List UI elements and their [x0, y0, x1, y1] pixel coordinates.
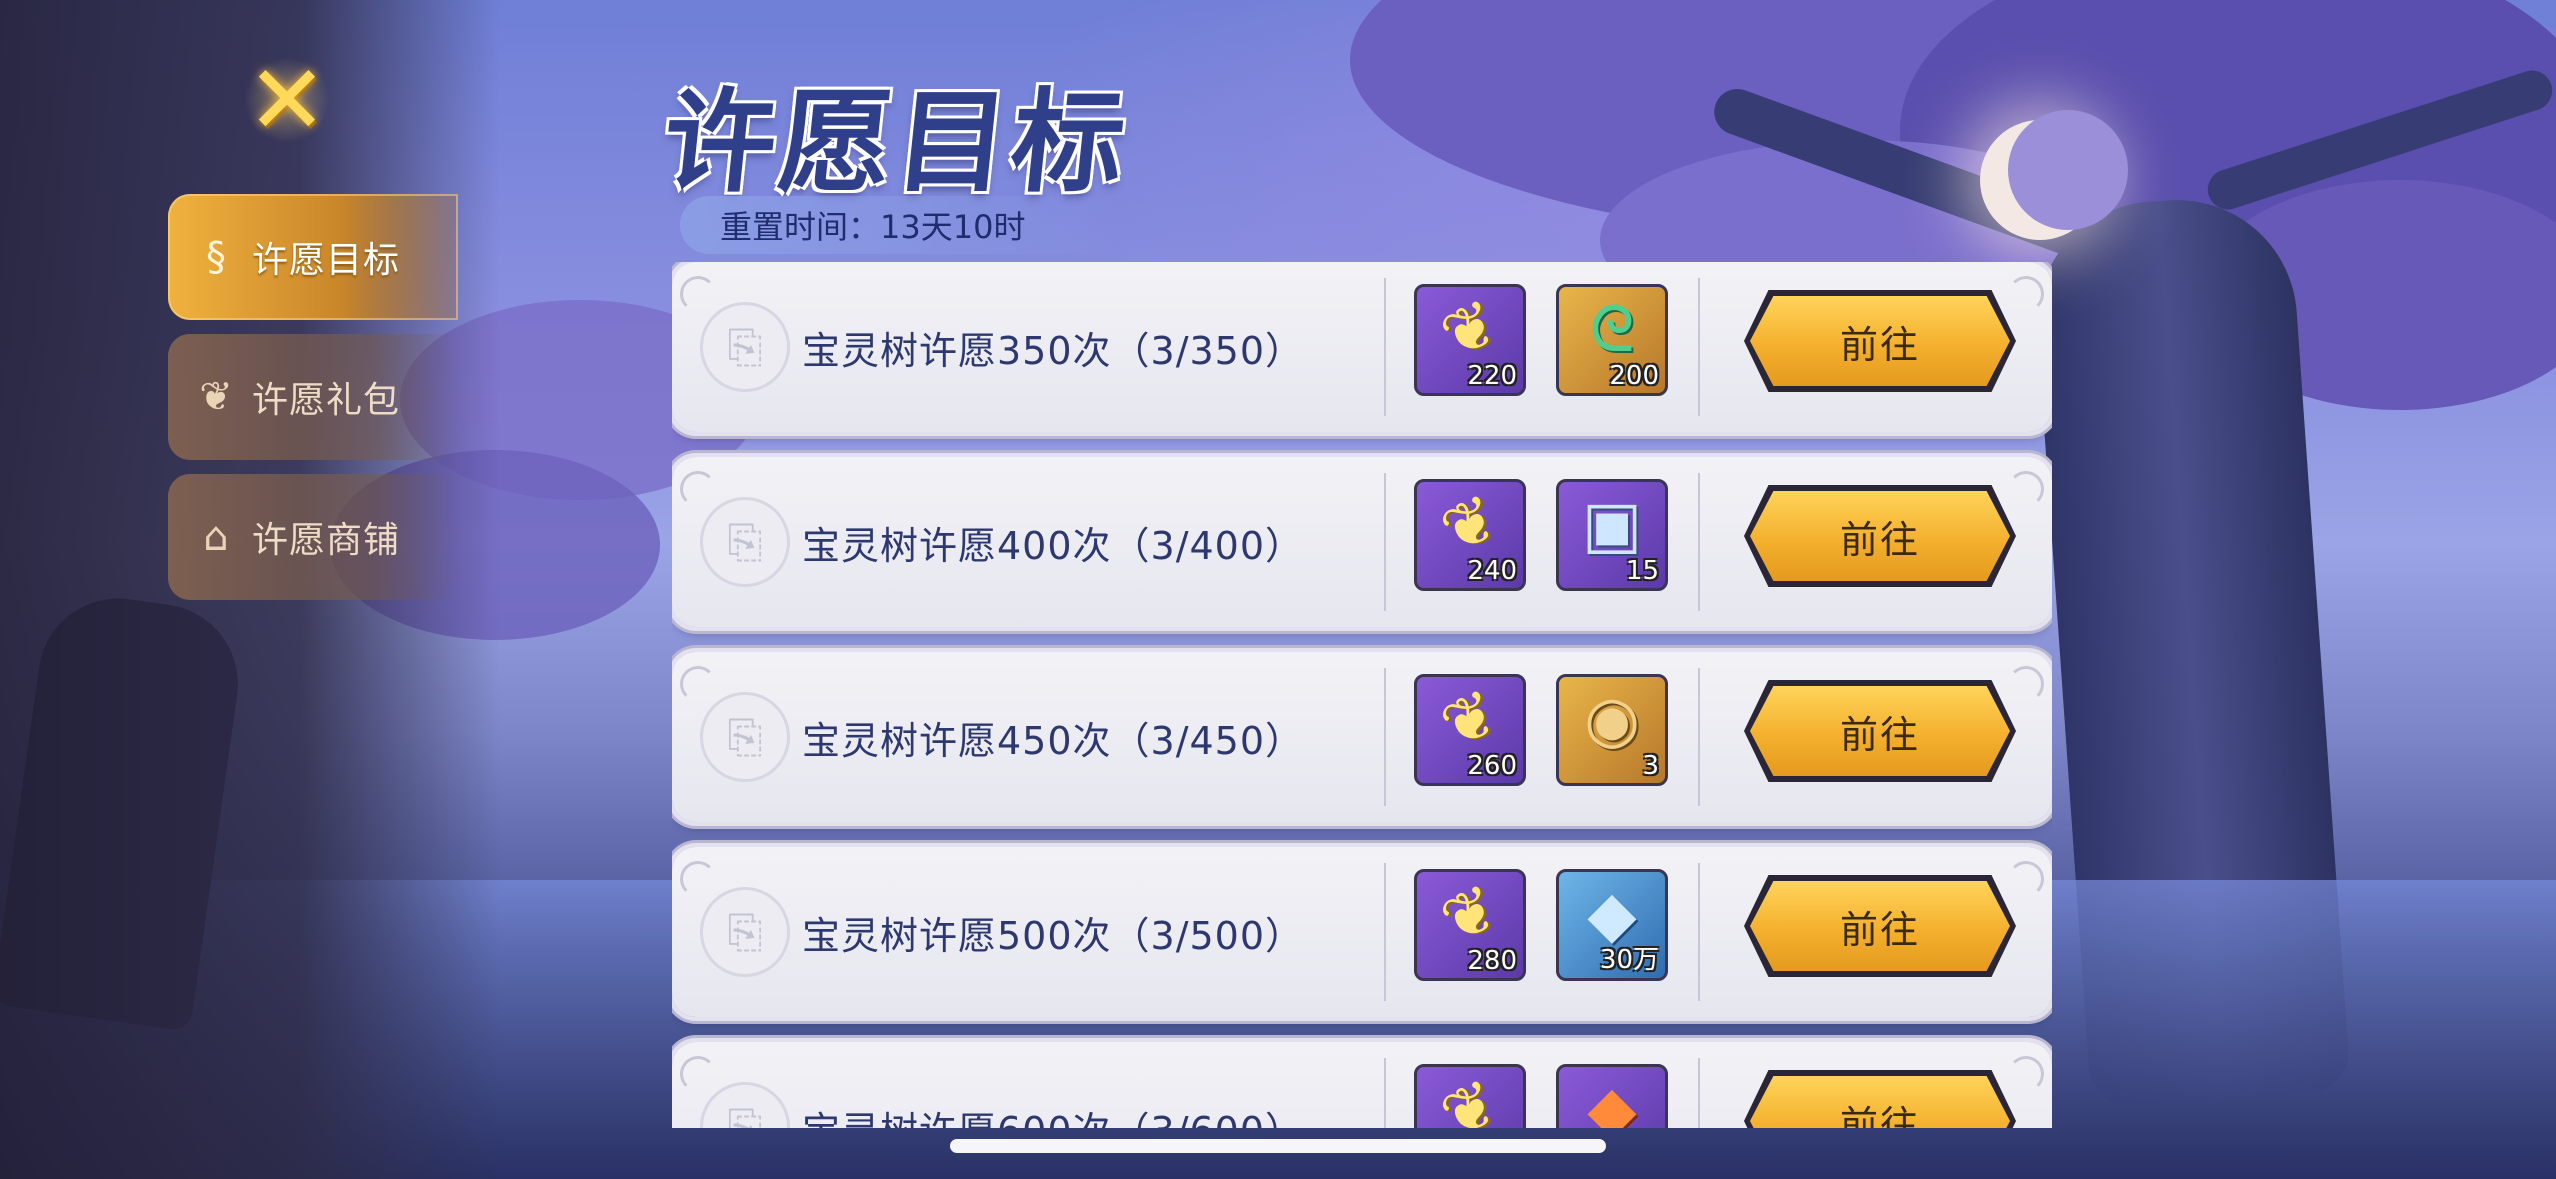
crescent-moon: [1980, 110, 2128, 240]
divider: [1384, 863, 1386, 1001]
home-indicator[interactable]: [950, 1139, 1606, 1153]
task-name: 宝灵树许愿600次（3/600）: [802, 1042, 1304, 1129]
close-button[interactable]: ✕: [232, 50, 342, 150]
page-title: 许愿目标: [657, 77, 1135, 208]
reward-quantity: 15: [1625, 556, 1659, 586]
reward-item[interactable]: ❦ 240: [1414, 479, 1526, 591]
reward-quantity: 30万: [1599, 945, 1659, 975]
tab-wish-shop[interactable]: ⌂ 许愿商铺: [168, 474, 458, 600]
reset-timer: 重置时间： 13天10时: [680, 196, 1120, 254]
divider: [1384, 668, 1386, 806]
tab-label: 许愿目标: [252, 240, 401, 281]
reward-quantity: 200: [1609, 361, 1659, 391]
scroll-outline-icon: ⎘: [700, 497, 790, 587]
close-icon: ✕: [246, 44, 328, 156]
reward-item[interactable]: ◆ 30万: [1556, 869, 1668, 981]
divider: [1384, 1058, 1386, 1128]
divider: [1698, 1058, 1700, 1128]
reward-item[interactable]: ◉ 3: [1556, 674, 1668, 786]
scroll-icon: §: [206, 234, 226, 280]
gift-icon: ❦: [199, 374, 233, 420]
divider: [1698, 863, 1700, 1001]
reset-label: 重置时间：: [720, 208, 881, 246]
scroll-outline-icon: ⎘: [700, 692, 790, 782]
reward-item[interactable]: ❦: [1414, 1064, 1526, 1128]
divider: [1698, 278, 1700, 416]
tab-wish-goals[interactable]: § 许愿目标: [168, 194, 458, 320]
reward-quantity: 260: [1467, 751, 1517, 781]
task-row: ⎘ 宝灵树许愿350次（3/350） ❦ 220 ᘓ 200 前往: [672, 262, 2052, 432]
reset-value: 13天10时: [880, 208, 1026, 246]
task-name: 宝灵树许愿400次（3/400）: [802, 523, 1305, 568]
reward-item[interactable]: ❦ 280: [1414, 869, 1526, 981]
go-button[interactable]: 前往: [1750, 881, 2010, 971]
divider: [1698, 668, 1700, 806]
go-button[interactable]: 前往: [1750, 686, 2010, 776]
go-button[interactable]: 前往: [1750, 491, 2010, 581]
shop-icon: ⌂: [203, 514, 229, 560]
go-button-label: 前往: [1839, 517, 1920, 562]
reward-item[interactable]: ▣ 15: [1556, 479, 1668, 591]
go-button-label: 前往: [1839, 712, 1920, 757]
scroll-outline-icon: ⎘: [700, 1082, 790, 1128]
go-button[interactable]: 前往: [1750, 1076, 2010, 1128]
task-row: ⎘ 宝灵树许愿450次（3/450） ❦ 260 ◉ 3 前往: [672, 652, 2052, 822]
reward-quantity: 280: [1467, 946, 1517, 976]
go-button-label: 前往: [1839, 907, 1920, 952]
tab-label: 许愿商铺: [252, 520, 401, 561]
reward-item[interactable]: ᘓ 200: [1556, 284, 1668, 396]
ember-crystal-icon: ◆: [1587, 1073, 1637, 1128]
divider: [1698, 473, 1700, 611]
tab-label: 许愿礼包: [252, 380, 401, 421]
divider: [1384, 473, 1386, 611]
go-button-label: 前往: [1839, 322, 1920, 367]
reward-item[interactable]: ❦ 220: [1414, 284, 1526, 396]
go-button-label: 前往: [1839, 1102, 1920, 1129]
reward-quantity: 3: [1642, 751, 1659, 781]
golden-feather-icon: ❦: [1430, 1065, 1510, 1128]
scroll-outline-icon: ⎘: [700, 887, 790, 977]
reward-quantity: 220: [1467, 361, 1517, 391]
task-row: ⎘ 宝灵树许愿500次（3/500） ❦ 280 ◆ 30万 前往: [672, 847, 2052, 1017]
task-row: ⎘ 宝灵树许愿400次（3/400） ❦ 240 ▣ 15 前往: [672, 457, 2052, 627]
reward-item[interactable]: ◆: [1556, 1064, 1668, 1128]
reward-quantity: 240: [1467, 556, 1517, 586]
tab-wish-gift-pack[interactable]: ❦ 许愿礼包: [168, 334, 458, 460]
go-button[interactable]: 前往: [1750, 296, 2010, 386]
divider: [1384, 278, 1386, 416]
task-name: 宝灵树许愿350次（3/350）: [802, 328, 1305, 373]
task-name: 宝灵树许愿500次（3/500）: [802, 913, 1305, 958]
task-name: 宝灵树许愿450次（3/450）: [802, 718, 1305, 763]
task-list[interactable]: ⎘ 宝灵树许愿350次（3/350） ❦ 220 ᘓ 200 前往 ⎘ 宝灵树许…: [672, 262, 2052, 1128]
reward-item[interactable]: ❦ 260: [1414, 674, 1526, 786]
scroll-outline-icon: ⎘: [700, 302, 790, 392]
task-row: ⎘ 宝灵树许愿600次（3/600） ❦ ◆ 前往: [672, 1042, 2052, 1128]
